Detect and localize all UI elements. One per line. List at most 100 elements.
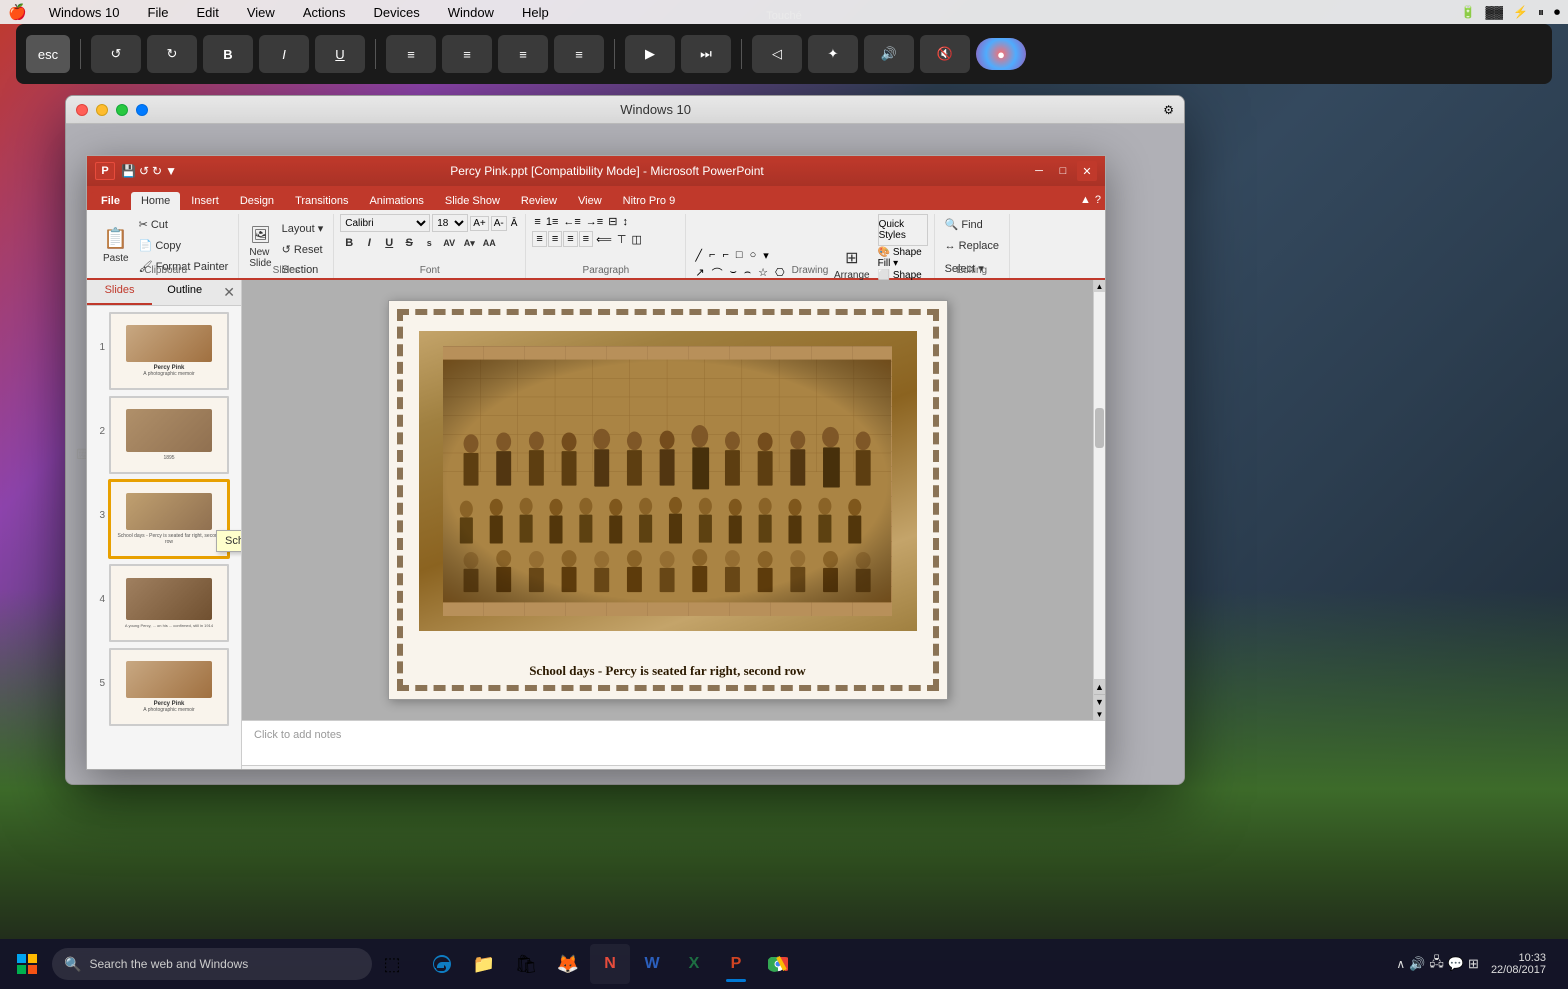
tab-review[interactable]: Review <box>511 192 567 210</box>
tab-transitions[interactable]: Transitions <box>285 192 358 210</box>
decrease-indent-btn[interactable]: ←≡ <box>561 215 582 229</box>
touchbar-back[interactable]: ◁ <box>752 35 802 73</box>
bold-btn[interactable]: B <box>340 234 358 252</box>
reading-view-btn[interactable]: 📖 <box>899 770 915 771</box>
mac-menu-devices[interactable]: Devices <box>367 3 425 22</box>
find-btn[interactable]: 🔍 Find <box>941 214 1003 234</box>
outline-tab[interactable]: Outline <box>152 280 217 305</box>
tab-view[interactable]: View <box>568 192 612 210</box>
reset-btn[interactable]: ↺ Reset <box>278 239 328 259</box>
zoom-slider[interactable] <box>955 770 1035 771</box>
fit-to-window-btn[interactable]: ⛶ <box>1088 770 1097 771</box>
align-justify-btn[interactable]: ≡ <box>579 231 593 247</box>
increase-indent-btn[interactable]: →≡ <box>584 215 605 229</box>
ppt-close[interactable]: ✕ <box>1077 161 1097 181</box>
touchbar-volume[interactable]: 🔊 <box>864 35 914 73</box>
apple-menu-icon[interactable]: 🍎 <box>8 3 27 21</box>
shape-tool-circle[interactable]: ○ <box>747 248 760 262</box>
smartart-btn[interactable]: ◫ <box>629 232 643 247</box>
copy-btn[interactable]: 📄 Copy <box>135 235 233 255</box>
numbering-btn[interactable]: 1≡ <box>544 215 561 229</box>
win-expand-btn[interactable] <box>136 104 148 116</box>
quick-styles-area[interactable]: Quick Styles <box>878 214 928 246</box>
ribbon-help[interactable]: ? <box>1095 194 1101 206</box>
shadow-btn[interactable]: s <box>420 234 438 252</box>
tab-slideshow[interactable]: Slide Show <box>435 192 510 210</box>
ribbon-paste-btn[interactable]: 📋 Paste <box>99 220 133 270</box>
touchbar-esc[interactable]: esc <box>26 35 70 73</box>
font-increase-btn[interactable]: A+ <box>470 216 489 231</box>
mac-menu-actions[interactable]: Actions <box>297 3 352 22</box>
underline-btn[interactable]: U <box>380 234 398 252</box>
shapes-more[interactable]: ▾ <box>760 248 772 263</box>
touchbar-bold[interactable]: B <box>203 35 253 73</box>
mac-menu-view[interactable]: View <box>241 3 281 22</box>
scrollbar-handle[interactable] <box>1095 408 1104 448</box>
shape-tool-1[interactable]: ╱ <box>692 248 705 263</box>
columns-btn[interactable]: ⊟ <box>606 214 619 229</box>
systray-action-center[interactable]: ⊞ <box>1468 956 1479 972</box>
slide-next-arrow[interactable]: ▼ <box>1094 694 1105 708</box>
touchbar-redo[interactable]: ↻ <box>147 35 197 73</box>
taskbar-store[interactable]: 🛍 <box>506 944 546 984</box>
tab-nitro[interactable]: Nitro Pro 9 <box>613 192 686 210</box>
systray-messages[interactable]: 💬 <box>1448 956 1464 972</box>
touchbar-next[interactable]: ⏭ <box>681 35 731 73</box>
touchbar-align-right[interactable]: ≡ <box>498 35 548 73</box>
touchbar-align-center[interactable]: ≡ <box>442 35 492 73</box>
touchbar-underline[interactable]: U <box>315 35 365 73</box>
win-settings-icon[interactable]: ⚙ <box>1163 103 1174 117</box>
ppt-maximize[interactable]: □ <box>1053 161 1073 181</box>
shape-tool-2[interactable]: ⌐ <box>706 248 718 262</box>
slide-panel-close[interactable]: ✕ <box>217 280 241 305</box>
char-spacing-btn[interactable]: AA <box>480 234 498 252</box>
spacing-btn[interactable]: AV <box>440 234 458 252</box>
win-close-btn[interactable] <box>76 104 88 116</box>
taskbar-chrome[interactable] <box>758 944 798 984</box>
touchbar-mute[interactable]: 🔇 <box>920 35 970 73</box>
touchbar-italic[interactable]: I <box>259 35 309 73</box>
scrollbar-down-btn[interactable]: ▼ <box>1094 708 1105 720</box>
shape-tool-3[interactable]: ⌐ <box>719 248 731 262</box>
tab-home[interactable]: Home <box>131 192 180 210</box>
tab-insert[interactable]: Insert <box>181 192 229 210</box>
systray-network[interactable]: 🖧 <box>1429 953 1444 975</box>
slides-tab[interactable]: Slides <box>87 280 152 305</box>
tab-file[interactable]: File <box>91 192 130 210</box>
touchbar-undo[interactable]: ↺ <box>91 35 141 73</box>
slide-thumb-3[interactable]: School days - Percy is seated far right,… <box>109 480 229 558</box>
mac-menu-help[interactable]: Help <box>516 3 555 22</box>
ribbon-collapse[interactable]: ▲ <box>1080 194 1091 206</box>
font-color-btn[interactable]: A▾ <box>460 234 478 252</box>
touchbar-play[interactable]: ▶ <box>625 35 675 73</box>
touchbar-align-left[interactable]: ≡ <box>386 35 436 73</box>
mac-menu-edit[interactable]: Edit <box>190 3 224 22</box>
taskbar-word[interactable]: W <box>632 944 672 984</box>
qat-undo[interactable]: ↺ <box>139 164 149 178</box>
align-right-btn[interactable]: ≡ <box>563 231 577 247</box>
start-button[interactable] <box>8 945 46 983</box>
taskbar-powerpoint[interactable]: P <box>716 944 756 984</box>
taskbar-clock[interactable]: 10:33 22/08/2017 <box>1485 950 1552 978</box>
qat-more[interactable]: ▼ <box>165 164 177 178</box>
taskbar-excel[interactable]: X <box>674 944 714 984</box>
taskbar-file-explorer[interactable]: 📁 <box>464 944 504 984</box>
taskbar-task-view[interactable]: ⬚ <box>372 944 412 984</box>
align-text-btn[interactable]: ⊤ <box>615 232 629 247</box>
systray-volume[interactable]: 🔊 <box>1409 956 1425 972</box>
tab-design[interactable]: Design <box>230 192 284 210</box>
slide-editing-area[interactable]: School days - Percy is seated far right,… <box>242 280 1093 720</box>
slide-area-scrollbar[interactable]: ▲ ▲ ▼ ▼ <box>1093 280 1105 720</box>
font-size-select[interactable]: 18 <box>432 214 468 232</box>
touchbar-siri[interactable]: ● <box>976 38 1026 70</box>
touchbar-brightness[interactable]: ✦ <box>808 35 858 73</box>
systray-show-hidden[interactable]: ∧ <box>1396 957 1405 971</box>
main-slide[interactable]: School days - Percy is seated far right,… <box>388 300 948 700</box>
taskbar-search[interactable]: 🔍 Search the web and Windows <box>52 948 372 980</box>
slide-thumb-1[interactable]: Percy Pink A photographic memoir <box>109 312 229 390</box>
taskbar-edge[interactable] <box>422 944 462 984</box>
slide-thumb-4[interactable]: A young Percy, ... on his ... confirmed,… <box>109 564 229 642</box>
italic-btn[interactable]: I <box>360 234 378 252</box>
win-max-btn[interactable] <box>116 104 128 116</box>
taskbar-firefox[interactable]: 🦊 <box>548 944 588 984</box>
